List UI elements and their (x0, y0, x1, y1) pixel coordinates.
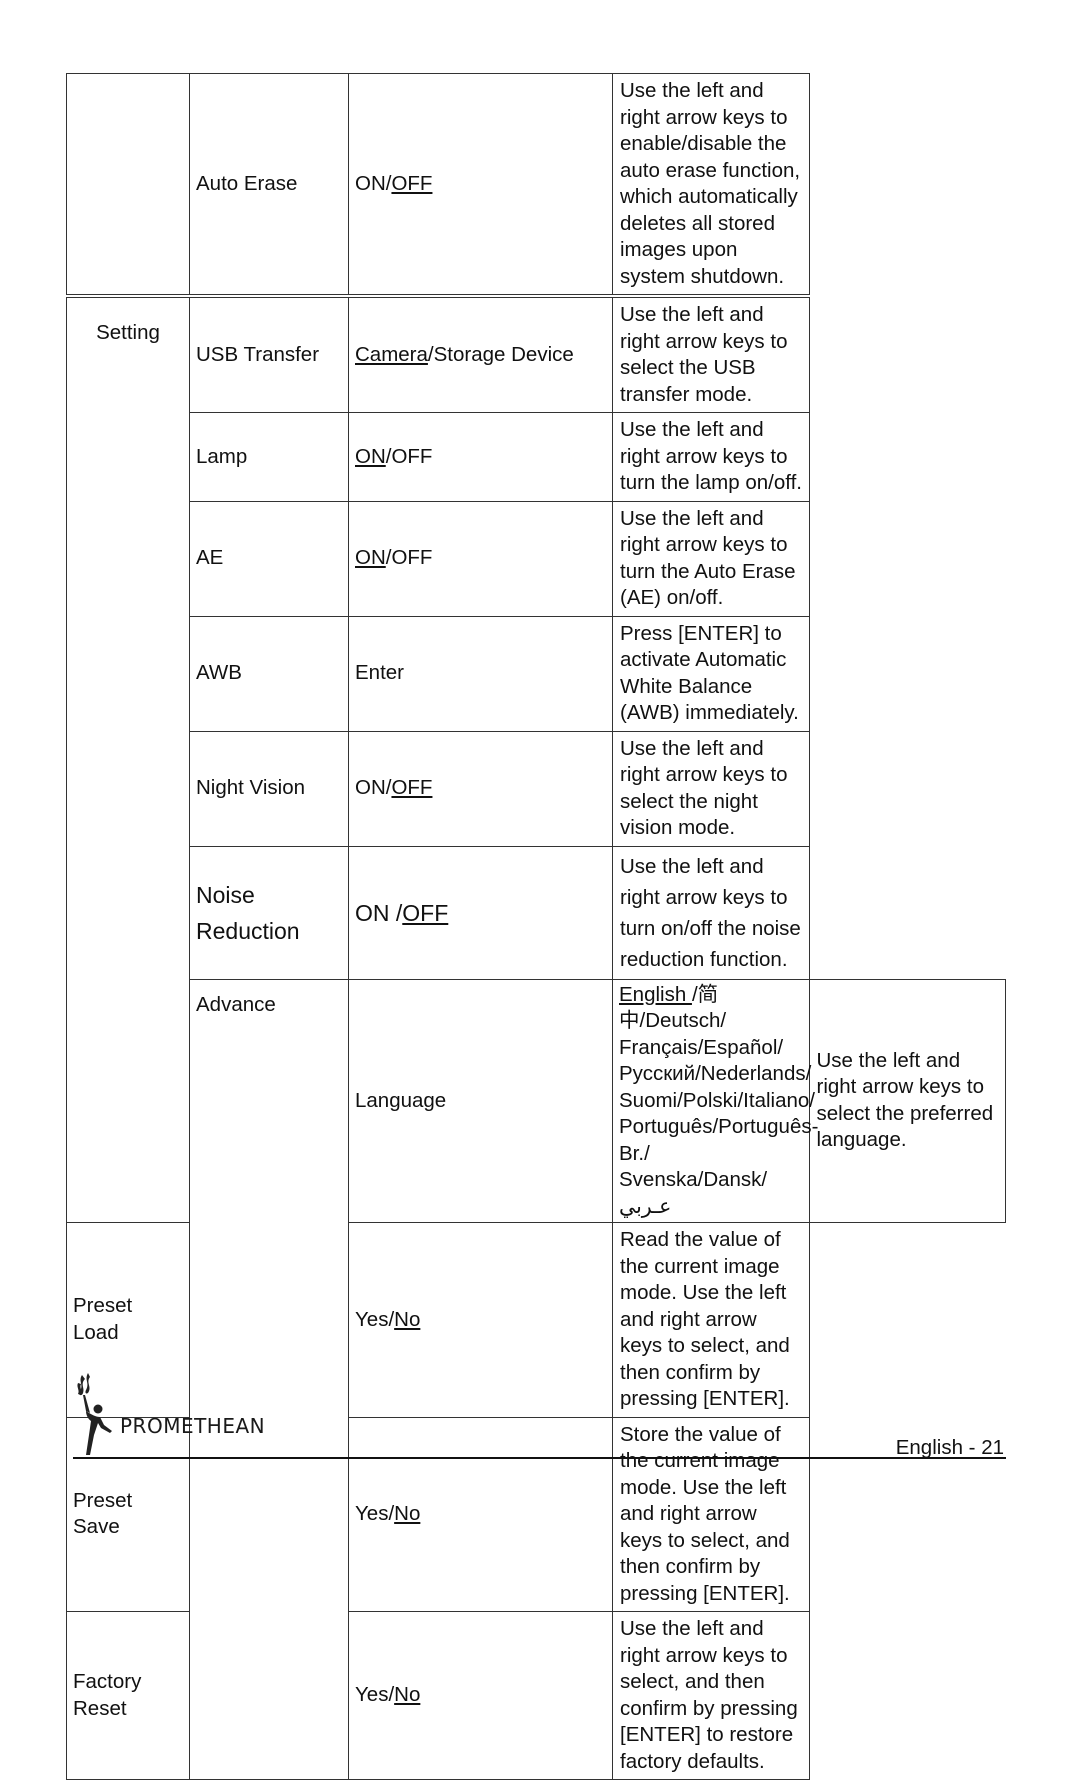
description-cell: Use the left and right arrow keys to tur… (612, 412, 810, 502)
description-cell: Use the left and right arrow keys to sel… (612, 294, 810, 413)
table-row-noise-reduction: Noise Reduction ON /OFF Use the left and … (67, 845, 1006, 980)
language-line: Português/Português-Br./ (619, 1115, 819, 1165)
section-setting: Setting (66, 294, 190, 1223)
option-on: ON/ (355, 171, 392, 195)
description-cell: Store the value of the current image mod… (612, 1416, 810, 1612)
option-cell: Yes/No (348, 1611, 613, 1780)
table-row-auto-erase: Auto Erase ON/OFF Use the left and right… (66, 73, 1006, 297)
table-row-awb: AWB Enter Press [ENTER] to activate Auto… (67, 615, 1006, 732)
language-line: Suomi/Polski/Italiano/ (619, 1088, 815, 1112)
option-no-default: No (394, 1307, 421, 1331)
option-cell: Camera/Storage Device (348, 294, 613, 413)
option-cell: ON /OFF (348, 845, 613, 980)
option-yes: Yes/ (355, 1683, 395, 1707)
option-off-default: OFF (391, 171, 433, 195)
section-cell (66, 73, 190, 297)
item-cell: Factory Reset (66, 1611, 190, 1780)
table-row-night-vision: Night Vision ON/OFF Use the left and rig… (67, 730, 1006, 847)
option-off: /OFF (385, 546, 433, 570)
item-cell: AWB (189, 615, 349, 732)
option-yes: Yes/ (355, 1307, 395, 1331)
item-cell: USB Transfer (189, 294, 349, 413)
item-cell: Night Vision (189, 730, 349, 847)
option-camera-default: Camera (355, 342, 428, 366)
option-cell: Yes/No (348, 1416, 613, 1612)
table-row-ae: AE ON/OFF Use the left and right arrow k… (67, 500, 1006, 617)
language-line: Русский/Nederlands/ (619, 1062, 812, 1085)
option-cell: ON/OFF (348, 500, 613, 617)
description-cell: Use the left and right arrow keys to tur… (612, 845, 810, 980)
osd-menu-table: Auto Erase ON/OFF Use the left and right… (66, 73, 1006, 1780)
footer-brand-name: PROMETHEAN (120, 1414, 266, 1438)
item-cell: AE (189, 500, 349, 617)
option-storage-device: /Storage Device (427, 342, 574, 366)
option-on-default: ON (355, 444, 386, 468)
option-on: ON / (355, 899, 403, 926)
item-line: Noise (196, 881, 255, 908)
item-cell: Lamp (189, 412, 349, 502)
option-cell: Enter (348, 615, 613, 732)
option-cell: ON/OFF (348, 412, 613, 502)
item-cell: Language (348, 978, 613, 1223)
table-row-language: Advance Language English /简中/Deutsch/ Fr… (67, 978, 1006, 1780)
description-cell: Use the left and right arrow keys to tur… (612, 500, 810, 617)
language-line: Français/Español/ (619, 1035, 784, 1059)
language-line: English /简中/Deutsch/ (619, 982, 803, 1035)
option-cell: English /简中/Deutsch/ Français/Español/ Р… (612, 978, 819, 1223)
description-cell: Use the left and right arrow keys to sel… (808, 978, 1006, 1223)
option-off-default: OFF (402, 899, 449, 926)
option-cell: ON/OFF (348, 730, 613, 847)
option-on-default: ON (355, 546, 386, 570)
option-english-default: English (619, 982, 692, 1006)
item-cell: Auto Erase (189, 73, 349, 297)
language-line: Svenska/Dansk/عـربي (619, 1168, 768, 1218)
item-line: Reduction (196, 917, 300, 944)
item-cell: Noise Reduction (189, 845, 349, 980)
option-cell: ON/OFF (348, 73, 613, 297)
description-cell: Use the left and right arrow keys to ena… (612, 73, 810, 297)
option-off: /OFF (385, 444, 433, 468)
description-cell: Use the left and right arrow keys to sel… (612, 1611, 810, 1780)
table-row-lamp: Lamp ON/OFF Use the left and right arrow… (67, 412, 1006, 502)
description-cell: Press [ENTER] to activate Automatic Whit… (612, 615, 810, 732)
option-no-default: No (394, 1683, 421, 1707)
option-off-default: OFF (391, 776, 433, 800)
promethean-figure-icon (77, 1373, 112, 1455)
description-cell: Read the value of the current image mode… (612, 1222, 810, 1418)
description-cell: Use the left and right arrow keys to sel… (612, 730, 810, 847)
option-no-default: No (394, 1502, 421, 1525)
option-yes: Yes/ (355, 1502, 395, 1525)
option-cell: Yes/No (348, 1222, 613, 1418)
option-on: ON/ (355, 776, 392, 800)
footer-divider (73, 1457, 1006, 1459)
table-row-usb-transfer: Setting USB Transfer Camera/Storage Devi… (66, 294, 1006, 1223)
